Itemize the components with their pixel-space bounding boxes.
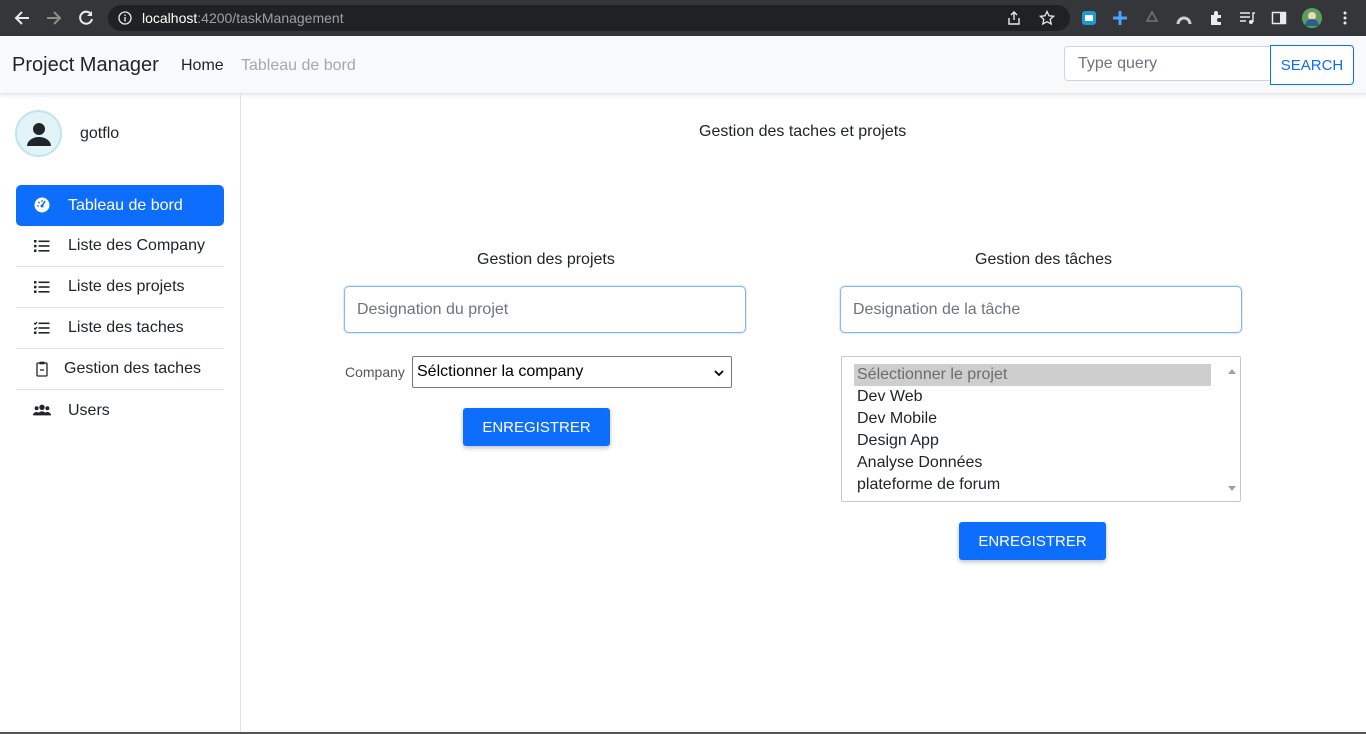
users-icon (33, 402, 51, 418)
back-icon[interactable] (12, 8, 32, 28)
puzzle-icon[interactable] (1208, 10, 1224, 26)
scroll-up-icon[interactable] (1228, 361, 1236, 379)
bookmark-star-icon[interactable] (1038, 9, 1056, 31)
clipboard-icon (33, 361, 51, 377)
url-text: localhost:4200/taskManagement (142, 10, 344, 26)
avatar (15, 110, 62, 157)
list-item[interactable]: plateforme de forum (854, 474, 1211, 496)
sidebar: gotflo Tableau de bord Liste des Company… (0, 94, 241, 734)
scroll-down-icon[interactable] (1228, 479, 1236, 497)
sidebar-item-label: Liste des projets (68, 278, 185, 295)
browser-toolbar: localhost:4200/taskManagement (0, 0, 1366, 36)
chevron-down-icon (713, 366, 725, 384)
company-label: Company (345, 364, 405, 380)
list-item[interactable]: Sélectionner le projet (854, 364, 1211, 386)
sidebar-item-liste-des-projets[interactable]: Liste des projets (16, 267, 224, 308)
extension-recycle-icon[interactable] (1144, 10, 1160, 26)
profile-avatar-icon[interactable] (1302, 8, 1322, 28)
list-item[interactable]: Dev Mobile (854, 408, 1211, 430)
extension-translate-icon[interactable] (1081, 10, 1097, 26)
sidebar-item-label: Liste des Company (68, 237, 205, 254)
info-icon[interactable] (118, 11, 132, 30)
list-item[interactable]: Design App (854, 430, 1211, 452)
list-item[interactable]: Analyse Données (854, 452, 1211, 474)
project-designation-input[interactable] (344, 286, 746, 333)
nav-home-link[interactable]: Home (181, 57, 224, 75)
tasks-section-title: Gestion des tâches (975, 251, 1112, 268)
search-input[interactable] (1064, 46, 1271, 81)
brand-title[interactable]: Project Manager (12, 54, 159, 77)
save-task-button[interactable]: ENREGISTRER (959, 522, 1106, 560)
save-project-button[interactable]: ENREGISTRER (463, 408, 610, 446)
list-item[interactable]: Dev Web (854, 386, 1211, 408)
sidebar-item-label: Tableau de bord (68, 196, 183, 214)
sidebar-item-users[interactable]: Users (16, 390, 224, 431)
kebab-menu-icon[interactable] (1337, 10, 1353, 26)
list-icon (33, 279, 51, 295)
media-icon[interactable] (1239, 10, 1255, 26)
username: gotflo (80, 125, 120, 142)
task-designation-input[interactable] (840, 286, 1242, 333)
url-host: localhost (142, 10, 198, 26)
list-check-icon (33, 320, 51, 336)
sidebar-item-label: Gestion des taches (64, 360, 201, 377)
sidebar-item-tableau-de-bord[interactable]: Tableau de bord (16, 185, 224, 226)
nav-dashboard-link[interactable]: Tableau de bord (241, 57, 356, 75)
address-bar[interactable]: localhost:4200/taskManagement (108, 5, 1070, 31)
extension-plus-icon[interactable] (1112, 10, 1128, 26)
sidebar-item-gestion-des-taches[interactable]: Gestion des taches (16, 349, 224, 390)
extension-arc-icon[interactable] (1176, 10, 1192, 26)
forward-icon[interactable] (44, 8, 64, 28)
gauge-icon (33, 197, 51, 213)
sidebar-item-label: Liste des taches (68, 319, 184, 336)
reload-icon[interactable] (76, 8, 96, 28)
share-icon[interactable] (1006, 10, 1022, 31)
app-navbar: Project Manager Home Tableau de bord SEA… (0, 36, 1366, 94)
sidebar-menu: Tableau de bord Liste des Company Liste … (16, 185, 224, 431)
search-button[interactable]: SEARCH (1270, 45, 1354, 85)
list-icon (33, 238, 51, 254)
project-listbox[interactable]: Sélectionner le projet Dev Web Dev Mobil… (841, 356, 1241, 502)
sidebar-item-liste-des-taches[interactable]: Liste des taches (16, 308, 224, 349)
url-path: :4200/taskManagement (197, 10, 344, 26)
projects-section-title: Gestion des projets (477, 251, 615, 268)
sidebar-item-liste-des-company[interactable]: Liste des Company (16, 226, 224, 267)
side-panel-icon[interactable] (1271, 10, 1287, 26)
page-title: Gestion des taches et projets (699, 123, 907, 140)
sidebar-item-label: Users (68, 401, 110, 419)
company-select[interactable]: Sélctionner la company (412, 356, 732, 388)
company-select-value: Sélctionner la company (417, 363, 584, 380)
user-icon (26, 122, 51, 146)
